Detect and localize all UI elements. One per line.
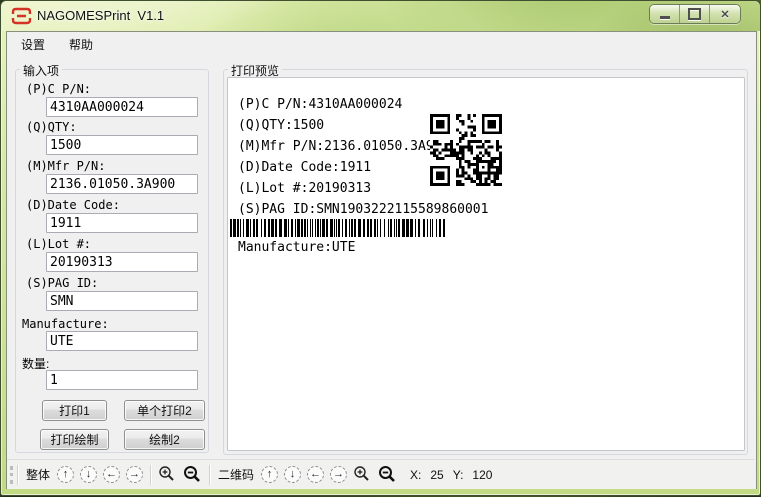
arrow-down-icon: ↓: [86, 469, 92, 480]
whole-group-label: 整体: [26, 466, 50, 483]
single-print2-button[interactable]: 单个打印2: [124, 400, 205, 421]
separator: [209, 465, 210, 485]
y-value: 120: [472, 468, 492, 482]
arrow-down-icon: ↓: [290, 469, 296, 480]
field-label-mfr-pn: (M)Mfr P/N:: [26, 159, 105, 173]
qr-pan-down-button[interactable]: ↓: [284, 466, 301, 483]
separator: [17, 465, 18, 485]
zoom-in-icon: [158, 465, 177, 484]
window-controls: ✕: [649, 4, 741, 24]
close-icon: ✕: [720, 8, 729, 21]
input-pag-id[interactable]: [46, 291, 198, 311]
qr-code-image: [430, 114, 502, 186]
qr-pan-left-button[interactable]: ←: [307, 466, 324, 483]
zoom-out-icon: [183, 465, 202, 484]
x-value: 25: [430, 468, 443, 482]
toolbar-grip[interactable]: [10, 466, 13, 484]
input-manufacture[interactable]: [46, 331, 198, 351]
preview-groupbox: 打印预览 (P)C P/N:4310AA000024 (Q)QTY:1500 (…: [223, 69, 748, 455]
whole-pan-up-button[interactable]: ↑: [57, 466, 74, 483]
qr-pan-right-button[interactable]: →: [330, 466, 347, 483]
zoom-in-icon: [353, 465, 372, 484]
input-cpn[interactable]: [46, 97, 198, 117]
whole-pan-down-button[interactable]: ↓: [80, 466, 97, 483]
status-toolbar: 整体 ↑ ↓ ← → 二维码 ↑ ↓ ← → X: 25 Y: 120: [7, 459, 754, 489]
barcode-image: [230, 219, 445, 237]
titlebar[interactable]: NAGOMESPrint V1.1 ✕: [1, 1, 760, 31]
whole-zoom-out-button[interactable]: [183, 465, 202, 484]
zoom-out-icon: [378, 465, 397, 484]
window-title: NAGOMESPrint V1.1: [37, 8, 164, 23]
arrow-up-icon: ↑: [63, 469, 69, 480]
print1-button[interactable]: 打印1: [42, 400, 107, 421]
cursor-coordinates: X: 25 Y: 120: [410, 468, 501, 482]
field-label-manufacture: Manufacture:: [22, 317, 109, 331]
field-label-qty: (Q)QTY:: [26, 120, 77, 134]
draw2-button[interactable]: 绘制2: [124, 429, 205, 450]
preview-line-cpn: (P)C P/N:4310AA000024: [238, 97, 402, 112]
app-logo-icon: [11, 7, 32, 25]
app-window: NAGOMESPrint V1.1 ✕ 设置 帮助 输入项 (P)C P/N: …: [0, 0, 761, 496]
field-label-cpn: (P)C P/N:: [26, 82, 91, 96]
field-label-pag-id: (S)PAG ID:: [26, 276, 98, 290]
whole-pan-right-button[interactable]: →: [126, 466, 143, 483]
separator: [150, 465, 151, 485]
input-mfr-pn[interactable]: [46, 174, 198, 194]
maximize-icon: [688, 8, 701, 20]
minimize-icon: [660, 16, 670, 19]
preview-line-lot: (L)Lot #:20190313: [238, 181, 371, 196]
minimize-button[interactable]: [650, 5, 680, 23]
preview-line-qty: (Q)QTY:1500: [238, 118, 324, 133]
x-label: X:: [410, 468, 421, 482]
qr-zoom-out-button[interactable]: [378, 465, 397, 484]
input-date-code[interactable]: [46, 213, 198, 233]
arrow-right-icon: →: [129, 469, 140, 480]
input-group-title: 输入项: [20, 62, 62, 79]
arrow-left-icon: ←: [106, 469, 117, 480]
qr-pan-up-button[interactable]: ↑: [261, 466, 278, 483]
arrow-up-icon: ↑: [267, 469, 273, 480]
qr-zoom-in-button[interactable]: [353, 465, 372, 484]
menu-settings[interactable]: 设置: [11, 32, 55, 57]
menu-help[interactable]: 帮助: [59, 32, 103, 57]
input-qty[interactable]: [46, 135, 198, 155]
field-label-date-code: (D)Date Code:: [26, 198, 120, 212]
input-groupbox: 输入项 (P)C P/N: (Q)QTY: (M)Mfr P/N: (D)Dat…: [15, 69, 209, 453]
input-quantity[interactable]: [46, 370, 198, 390]
input-lot[interactable]: [46, 252, 198, 272]
whole-zoom-in-button[interactable]: [158, 465, 177, 484]
preview-line-manufacture: Manufacture:UTE: [238, 240, 355, 255]
maximize-button[interactable]: [680, 5, 710, 23]
arrow-left-icon: ←: [310, 469, 321, 480]
field-label-lot: (L)Lot #:: [26, 237, 91, 251]
preview-line-mfr-pn: (M)Mfr P/N:2136.01050.3A900: [238, 139, 449, 154]
preview-line-pag-id: (S)PAG ID:SMN1903222115589860001: [238, 202, 488, 217]
arrow-right-icon: →: [333, 469, 344, 480]
close-button[interactable]: ✕: [710, 5, 740, 23]
whole-pan-left-button[interactable]: ←: [103, 466, 120, 483]
preview-line-date-code: (D)Date Code:1911: [238, 160, 371, 175]
y-label: Y:: [453, 468, 464, 482]
print-draw-button[interactable]: 打印绘制: [40, 429, 109, 450]
menubar: 设置 帮助: [7, 32, 754, 57]
qrcode-group-label: 二维码: [218, 466, 254, 483]
